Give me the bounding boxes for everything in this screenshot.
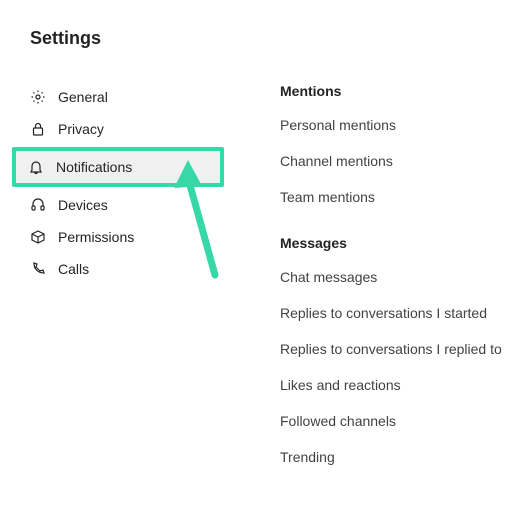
- settings-main: Mentions Personal mentions Channel menti…: [230, 81, 512, 485]
- settings-content: General Privacy Notifications Devices: [0, 81, 512, 485]
- setting-row[interactable]: Team mentions: [280, 189, 512, 205]
- bell-icon: [28, 159, 44, 175]
- phone-icon: [30, 261, 46, 277]
- sidebar-item-calls[interactable]: Calls: [18, 253, 220, 285]
- sidebar-item-permissions[interactable]: Permissions: [18, 221, 220, 253]
- setting-row[interactable]: Personal mentions: [280, 117, 512, 133]
- setting-row[interactable]: Channel mentions: [280, 153, 512, 169]
- page-title: Settings: [0, 0, 512, 49]
- section-header-messages: Messages: [280, 235, 512, 251]
- sidebar-item-notifications[interactable]: Notifications: [16, 151, 220, 183]
- gear-icon: [30, 89, 46, 105]
- package-icon: [30, 229, 46, 245]
- sidebar-item-general[interactable]: General: [18, 81, 220, 113]
- sidebar-item-label: Notifications: [56, 159, 132, 175]
- setting-row[interactable]: Followed channels: [280, 413, 512, 429]
- lock-icon: [30, 121, 46, 137]
- setting-row[interactable]: Likes and reactions: [280, 377, 512, 393]
- sidebar-item-label: Permissions: [58, 229, 134, 245]
- sidebar-item-label: General: [58, 89, 108, 105]
- highlight-box: Notifications: [12, 147, 224, 187]
- sidebar-item-label: Privacy: [58, 121, 104, 137]
- setting-row[interactable]: Replies to conversations I started: [280, 305, 512, 321]
- setting-row[interactable]: Replies to conversations I replied to: [280, 341, 512, 357]
- setting-row[interactable]: Chat messages: [280, 269, 512, 285]
- sidebar-item-devices[interactable]: Devices: [18, 189, 220, 221]
- section-header-mentions: Mentions: [280, 83, 512, 99]
- setting-row[interactable]: Trending: [280, 449, 512, 465]
- sidebar-item-label: Calls: [58, 261, 89, 277]
- sidebar-item-label: Devices: [58, 197, 108, 213]
- sidebar-item-privacy[interactable]: Privacy: [18, 113, 220, 145]
- headset-icon: [30, 197, 46, 213]
- settings-sidebar: General Privacy Notifications Devices: [0, 81, 230, 485]
